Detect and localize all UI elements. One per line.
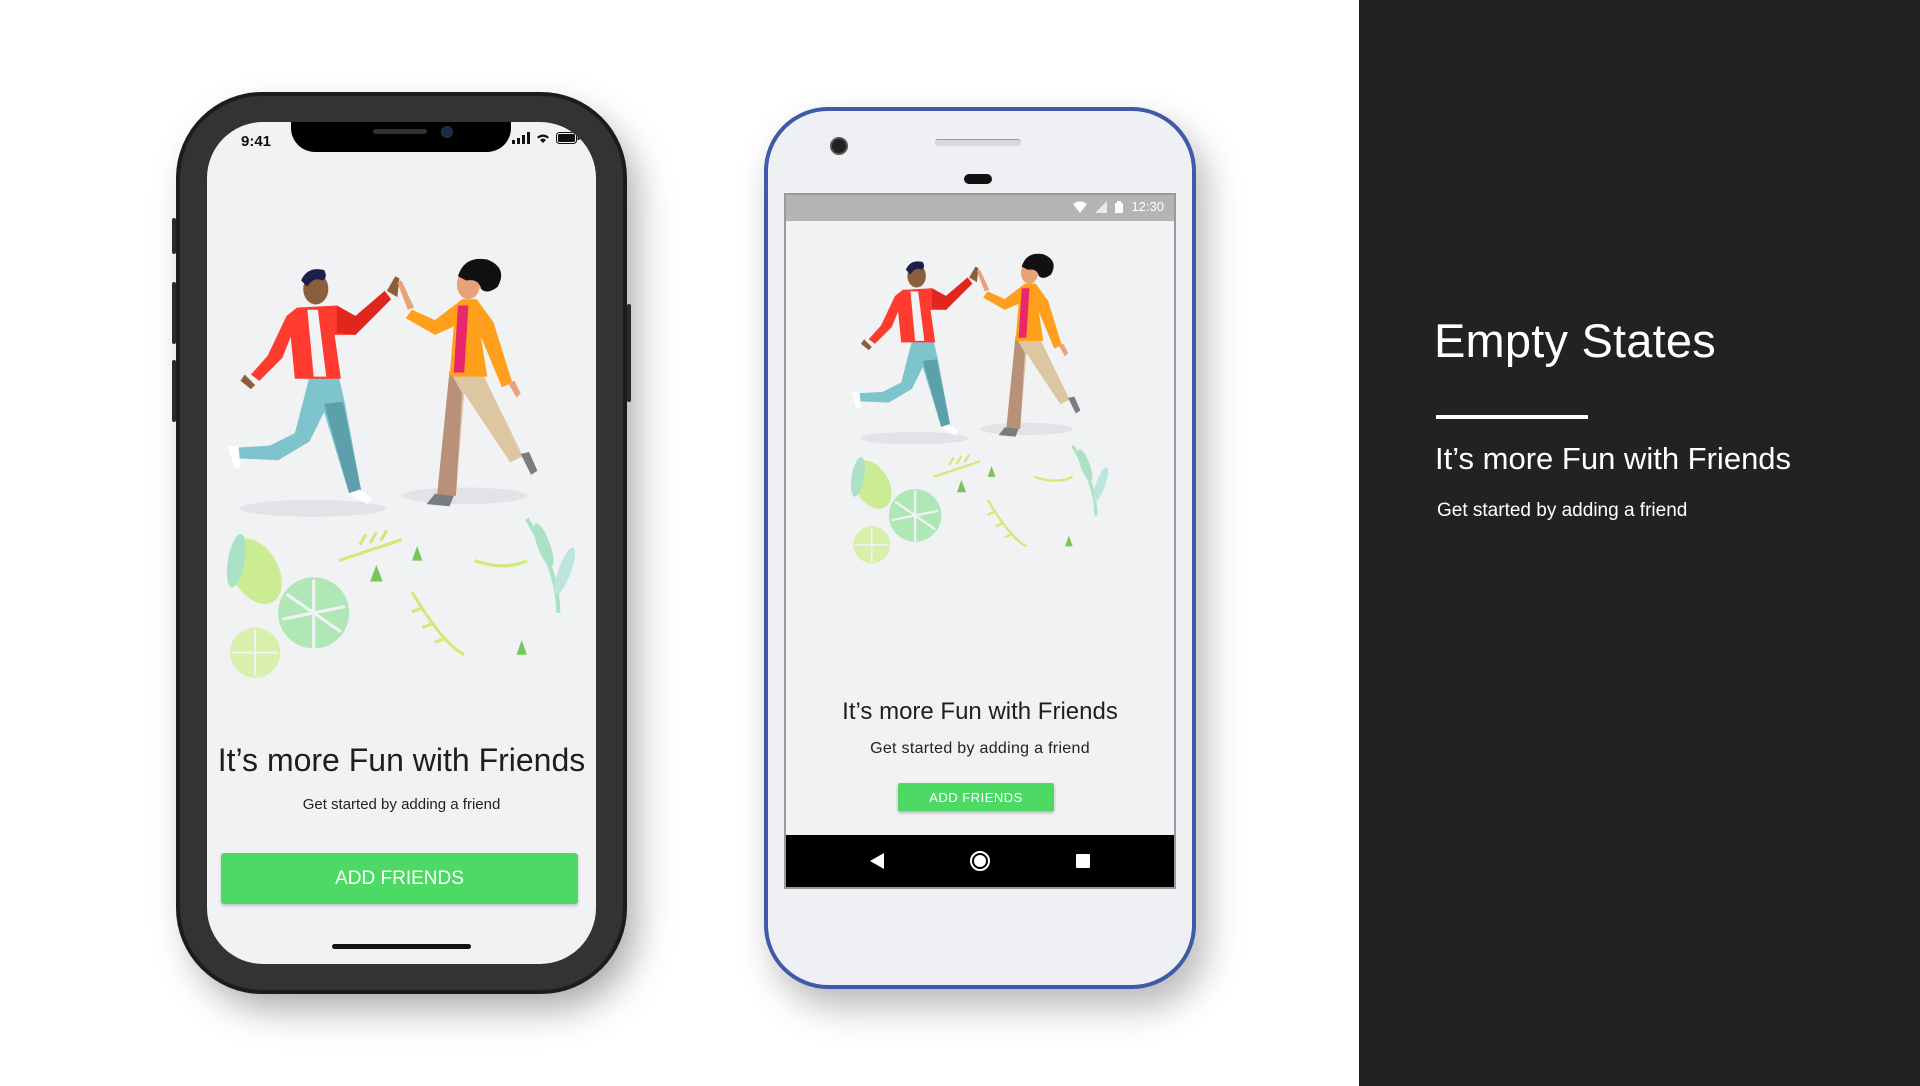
empty-state-subtitle: Get started by adding a friend bbox=[870, 740, 1090, 757]
back-button[interactable] bbox=[862, 846, 892, 876]
home-button[interactable] bbox=[965, 846, 995, 876]
add-friends-button[interactable]: ADD FRIENDS bbox=[898, 783, 1054, 811]
recents-icon bbox=[1075, 854, 1090, 868]
volume-down-button bbox=[172, 360, 176, 422]
friends-illustration bbox=[207, 247, 596, 707]
recents-button[interactable] bbox=[1068, 846, 1098, 876]
signal-icon bbox=[1095, 200, 1108, 213]
status-icons bbox=[512, 132, 580, 144]
proximity-sensor bbox=[964, 174, 992, 184]
panel-subtitle: Get started by adding a friend bbox=[1437, 500, 1688, 521]
description-panel: Empty States It’s more Fun with Friends … bbox=[1359, 0, 1920, 1086]
status-time: 12:30 bbox=[1131, 199, 1164, 214]
iphone-screen: 9:41 It’s more Fun with Friends Get star… bbox=[207, 122, 596, 964]
status-bar: 12:30 bbox=[786, 195, 1174, 221]
front-camera bbox=[830, 137, 848, 155]
wifi-icon bbox=[537, 134, 549, 143]
home-indicator[interactable] bbox=[332, 944, 471, 949]
battery-icon bbox=[1115, 200, 1124, 213]
title-divider bbox=[1436, 415, 1588, 419]
navigation-bar bbox=[786, 835, 1174, 887]
battery-icon bbox=[556, 132, 580, 144]
earpiece-speaker bbox=[935, 139, 1021, 146]
speaker bbox=[373, 129, 427, 134]
panel-title: Empty States bbox=[1434, 314, 1716, 367]
empty-state-heading: It’s more Fun with Friends bbox=[217, 742, 586, 778]
friends-illustration bbox=[786, 245, 1174, 585]
android-screen: 12:30 It’s more Fun with Friends Get sta… bbox=[784, 193, 1176, 889]
status-icons: 12:30 bbox=[1073, 199, 1164, 214]
android-mockup: 12:30 It’s more Fun with Friends Get sta… bbox=[764, 107, 1196, 989]
empty-state-subtitle: Get started by adding a friend bbox=[302, 796, 501, 813]
wifi-icon bbox=[1073, 201, 1088, 213]
notch bbox=[291, 122, 511, 152]
mute-switch bbox=[172, 218, 176, 254]
front-camera bbox=[441, 126, 453, 138]
panel-headline: It’s more Fun with Friends bbox=[1435, 441, 1792, 476]
back-icon bbox=[870, 853, 885, 869]
signal-icon bbox=[512, 132, 530, 144]
home-icon bbox=[969, 851, 990, 871]
status-time: 9:41 bbox=[241, 133, 272, 150]
mockup-canvas: 9:41 It’s more Fun with Friends Get star… bbox=[0, 0, 1920, 1086]
power-button bbox=[627, 304, 631, 402]
volume-up-button bbox=[172, 282, 176, 344]
add-friends-button[interactable]: ADD FRIENDS bbox=[221, 853, 578, 904]
iphone-mockup: 9:41 It’s more Fun with Friends Get star… bbox=[172, 96, 631, 990]
empty-state-heading: It’s more Fun with Friends bbox=[842, 698, 1118, 725]
